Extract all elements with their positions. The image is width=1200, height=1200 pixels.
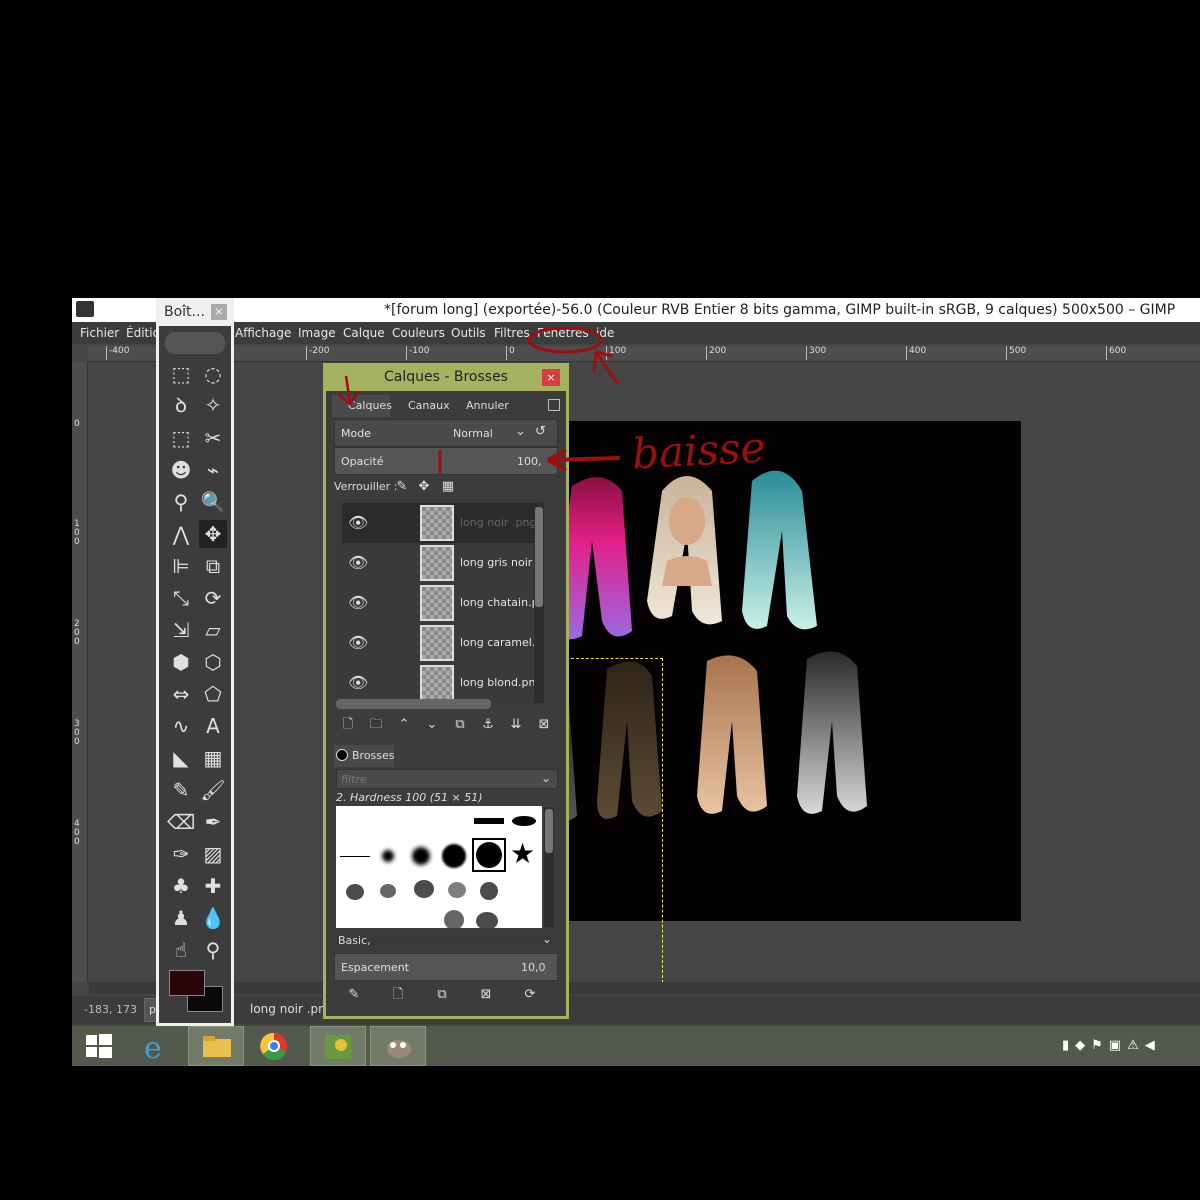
tab-arrow-annotation: [337, 375, 360, 406]
opacity-arrow-annotation: [547, 448, 621, 472]
foreground-color-swatch[interactable]: [169, 970, 205, 996]
annotation-overlay: [337, 326, 621, 474]
annotation-text: baisse: [630, 422, 767, 479]
menu-arrow-annotation: [592, 350, 620, 385]
menu-circle-annotation: [527, 326, 603, 354]
